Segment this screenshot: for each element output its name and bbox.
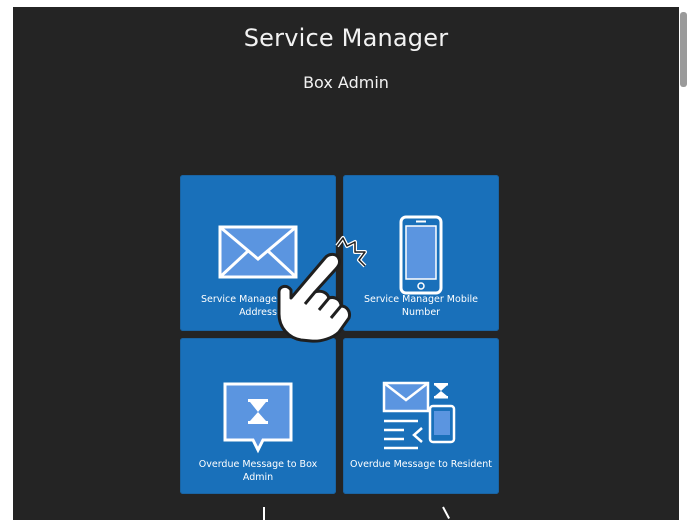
page-subtitle: Box Admin: [303, 73, 389, 92]
tile-label: Overdue Message to Box Admin: [198, 459, 318, 483]
tile-label: Overdue Message to Resident: [349, 459, 493, 470]
envelope-hourglass-phone-icon: [343, 380, 499, 452]
tap-hand-icon: [261, 228, 373, 346]
callout-line: [263, 507, 265, 520]
scrollbar[interactable]: [680, 12, 687, 87]
callout-line: [442, 506, 450, 519]
tile-overdue-resident[interactable]: Overdue Message to Resident: [343, 338, 499, 494]
tile-overdue-box-admin[interactable]: Overdue Message to Box Admin: [180, 338, 336, 494]
page-title: Service Manager: [243, 24, 449, 52]
hourglass-speech-bubble-icon: [180, 382, 336, 454]
